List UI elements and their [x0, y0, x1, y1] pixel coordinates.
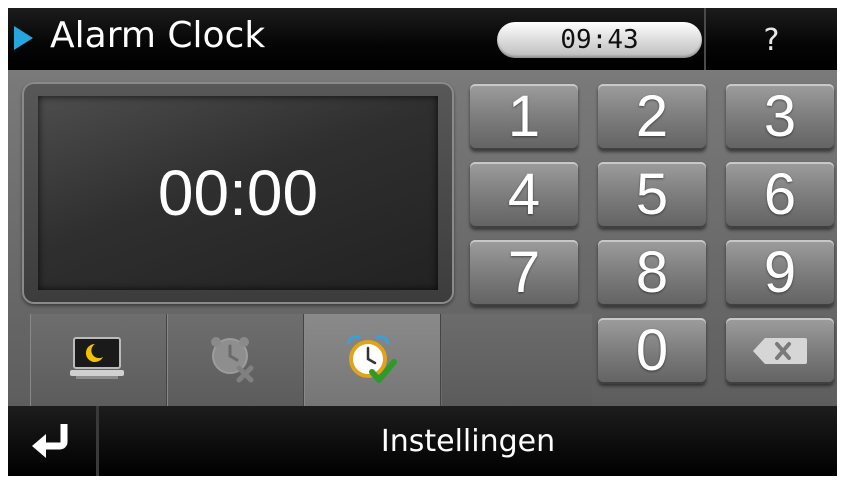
backspace-button[interactable]: [726, 318, 834, 384]
back-button[interactable]: [8, 406, 96, 476]
key-9[interactable]: 9: [726, 240, 834, 306]
key-3[interactable]: 3: [726, 84, 834, 150]
key-1[interactable]: 1: [470, 84, 578, 150]
key-4[interactable]: 4: [470, 162, 578, 228]
bottom-bar: Instellingen: [8, 406, 837, 476]
key-7[interactable]: 7: [470, 240, 578, 306]
page-title: Alarm Clock: [50, 15, 266, 56]
mode-tabs: [30, 314, 442, 406]
alarm-clock-check-icon: [346, 335, 397, 383]
key-8[interactable]: 8: [598, 240, 706, 306]
backspace-x-icon: [753, 338, 807, 364]
settings-button[interactable]: Instellingen: [99, 406, 837, 476]
title-bar: Alarm Clock 09:43 ?: [8, 8, 837, 70]
tab-sleep-mode[interactable]: [30, 314, 167, 406]
play-arrow-icon: [14, 26, 33, 50]
return-arrow-icon: [32, 424, 68, 458]
keypad-empty-slot: [442, 314, 592, 406]
main-panel: 00:00 1 2 3 4 5 6 7 8 9 0: [8, 70, 837, 406]
help-button[interactable]: ?: [706, 8, 837, 70]
current-time: 09:43: [497, 22, 702, 58]
tab-alarm-on[interactable]: [304, 314, 441, 406]
alarm-off-icon: [211, 337, 254, 383]
key-6[interactable]: 6: [726, 162, 834, 228]
app-window: Alarm Clock 09:43 ? 00:00 1 2 3 4 5 6 7 …: [8, 8, 837, 476]
key-5[interactable]: 5: [598, 162, 706, 228]
key-2[interactable]: 2: [598, 84, 706, 150]
time-display-frame: 00:00: [22, 82, 454, 304]
key-0[interactable]: 0: [598, 318, 706, 384]
alarm-time-value: 00:00: [157, 157, 319, 229]
time-display: 00:00: [38, 96, 438, 290]
tab-alarm-off[interactable]: [167, 314, 304, 406]
sleep-moon-monitor-icon: [70, 337, 124, 379]
